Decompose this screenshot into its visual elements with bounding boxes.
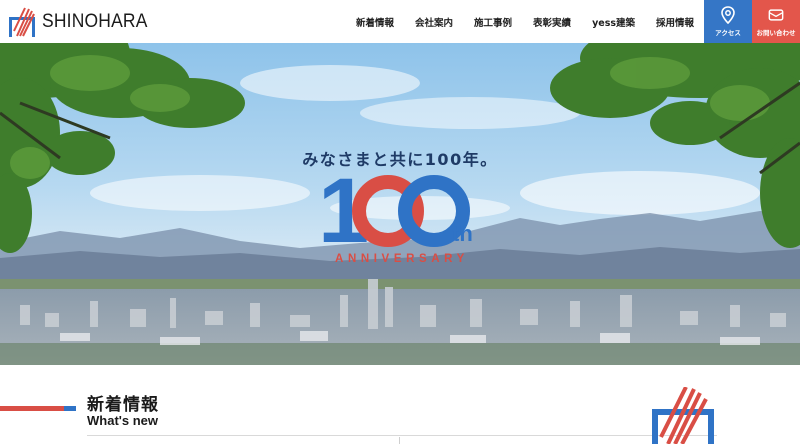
logo-mark-icon [9, 7, 35, 37]
main-nav: 新着情報 会社案内 施工事例 表彰実績 yess建築 採用情報 [356, 0, 715, 43]
nav-item-news[interactable]: 新着情報 [356, 15, 394, 29]
mail-icon [768, 9, 784, 21]
nav-item-company[interactable]: 会社案内 [415, 15, 453, 29]
news-column-divider [399, 437, 400, 444]
nav-item-awards[interactable]: 表彰実績 [533, 15, 571, 29]
hero-tagline: みなさまと共に100年。 [302, 150, 498, 169]
access-button[interactable]: アクセス [704, 0, 752, 43]
logo-text: SHINOHARA [42, 11, 148, 32]
contact-button[interactable]: お問い合わせ [752, 0, 800, 43]
news-subheading: What's new [87, 413, 158, 428]
news-heading: 新着情報 [87, 395, 159, 415]
nav-item-works[interactable]: 施工事例 [474, 15, 512, 29]
contact-label: お問い合わせ [756, 29, 796, 37]
site-header: SHINOHARA 新着情報 会社案内 施工事例 表彰実績 yess建築 採用情… [0, 0, 800, 43]
badge-suffix: th [452, 221, 473, 246]
news-divider [87, 435, 717, 436]
nav-item-yess[interactable]: yess建築 [592, 15, 635, 29]
map-pin-icon [721, 6, 735, 24]
logo-mark-icon [652, 387, 714, 444]
badge-word: ANNIVERSARY [335, 253, 469, 265]
hero-banner: みなさまと共に100年。 1 th ANNIVERSARY [0, 43, 800, 365]
news-accent-bar-red [0, 406, 64, 411]
site-logo[interactable]: SHINOHARA [8, 6, 157, 38]
nav-item-recruit[interactable]: 採用情報 [656, 15, 694, 29]
anniversary-badge: 1 th ANNIVERSARY [312, 165, 492, 271]
news-section: 新着情報 What's new [0, 365, 800, 444]
access-label: アクセス [715, 29, 741, 37]
news-accent-bar-blue [64, 406, 76, 411]
